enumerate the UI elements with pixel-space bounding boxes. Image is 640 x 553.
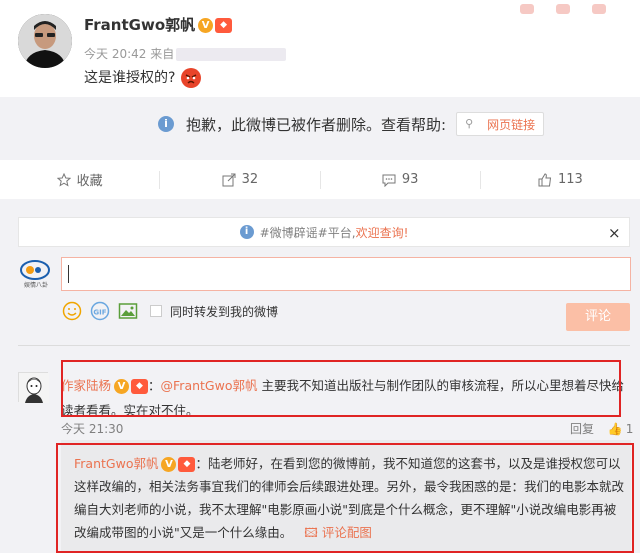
reply-button[interactable]: 回复 bbox=[570, 422, 594, 436]
thumbs-up-icon[interactable]: 👍 bbox=[608, 422, 623, 436]
blurred-source bbox=[176, 48, 287, 61]
svg-text:GIF: GIF bbox=[93, 309, 106, 317]
forward-checkbox[interactable] bbox=[150, 305, 162, 317]
highlight-box bbox=[61, 360, 621, 417]
author-avatar[interactable] bbox=[18, 14, 72, 68]
forward-label[interactable]: 同时转发到我的微博 bbox=[170, 303, 278, 320]
composer-tools: GIF 同时转发到我的微博 bbox=[62, 301, 278, 321]
post-time[interactable]: 今天 20:42 来自 bbox=[84, 47, 174, 61]
share-icon bbox=[222, 173, 236, 187]
thumbs-up-icon bbox=[538, 172, 552, 187]
decor-icon bbox=[592, 4, 606, 14]
decor-icon bbox=[520, 4, 534, 14]
close-icon[interactable]: × bbox=[608, 224, 621, 242]
section-divider bbox=[18, 345, 630, 346]
vip-icon: ◆ bbox=[215, 18, 233, 33]
web-link-button[interactable]: ⚲ 网页链接 bbox=[456, 112, 545, 136]
gif-icon[interactable]: GIF bbox=[90, 301, 110, 321]
info-icon: i bbox=[239, 225, 254, 239]
user-avatar-label: 娱情八卦 bbox=[23, 282, 48, 289]
comment-actions: 回复 👍 1 bbox=[560, 420, 633, 437]
submit-comment-button[interactable]: 评论 bbox=[566, 303, 630, 331]
top-right-icons bbox=[498, 3, 638, 17]
like-button[interactable]: 113 bbox=[481, 172, 640, 187]
tip-link[interactable]: 欢迎查询! bbox=[356, 224, 409, 241]
comment-icon bbox=[382, 173, 396, 187]
post-text: 这是谁授权的? bbox=[84, 67, 202, 88]
post-meta: 今天 20:42 来自 bbox=[84, 45, 287, 62]
favorite-button[interactable]: 收藏 bbox=[0, 170, 159, 189]
star-icon bbox=[56, 172, 71, 187]
comment-input[interactable] bbox=[61, 257, 631, 291]
rumor-tip-bar: i #微博辟谣#平台, 欢迎查询! bbox=[18, 217, 630, 247]
author-name[interactable]: FrantGwo郭帆 V ◆ bbox=[84, 14, 233, 35]
deleted-notice: i 抱歉，此微博已被作者删除。查看帮助: ⚲ 网页链接 bbox=[158, 112, 545, 136]
angry-emoji-icon bbox=[181, 68, 202, 88]
info-icon: i bbox=[158, 116, 174, 132]
link-icon: ⚲ bbox=[465, 117, 474, 130]
verified-icon: V bbox=[198, 18, 214, 33]
repost-button[interactable]: 32 bbox=[160, 172, 319, 187]
comment-time: 今天 21:30 bbox=[61, 422, 124, 436]
decor-icon bbox=[556, 4, 570, 14]
action-bar: 收藏 32 93 113 bbox=[0, 160, 640, 199]
emoji-icon[interactable] bbox=[62, 301, 82, 321]
comment-like-count: 1 bbox=[625, 422, 634, 436]
highlight-box bbox=[56, 443, 634, 553]
image-icon[interactable] bbox=[118, 301, 138, 321]
text-caret bbox=[68, 265, 69, 283]
comment-button[interactable]: 93 bbox=[321, 172, 480, 187]
commenter-avatar[interactable] bbox=[18, 372, 49, 403]
